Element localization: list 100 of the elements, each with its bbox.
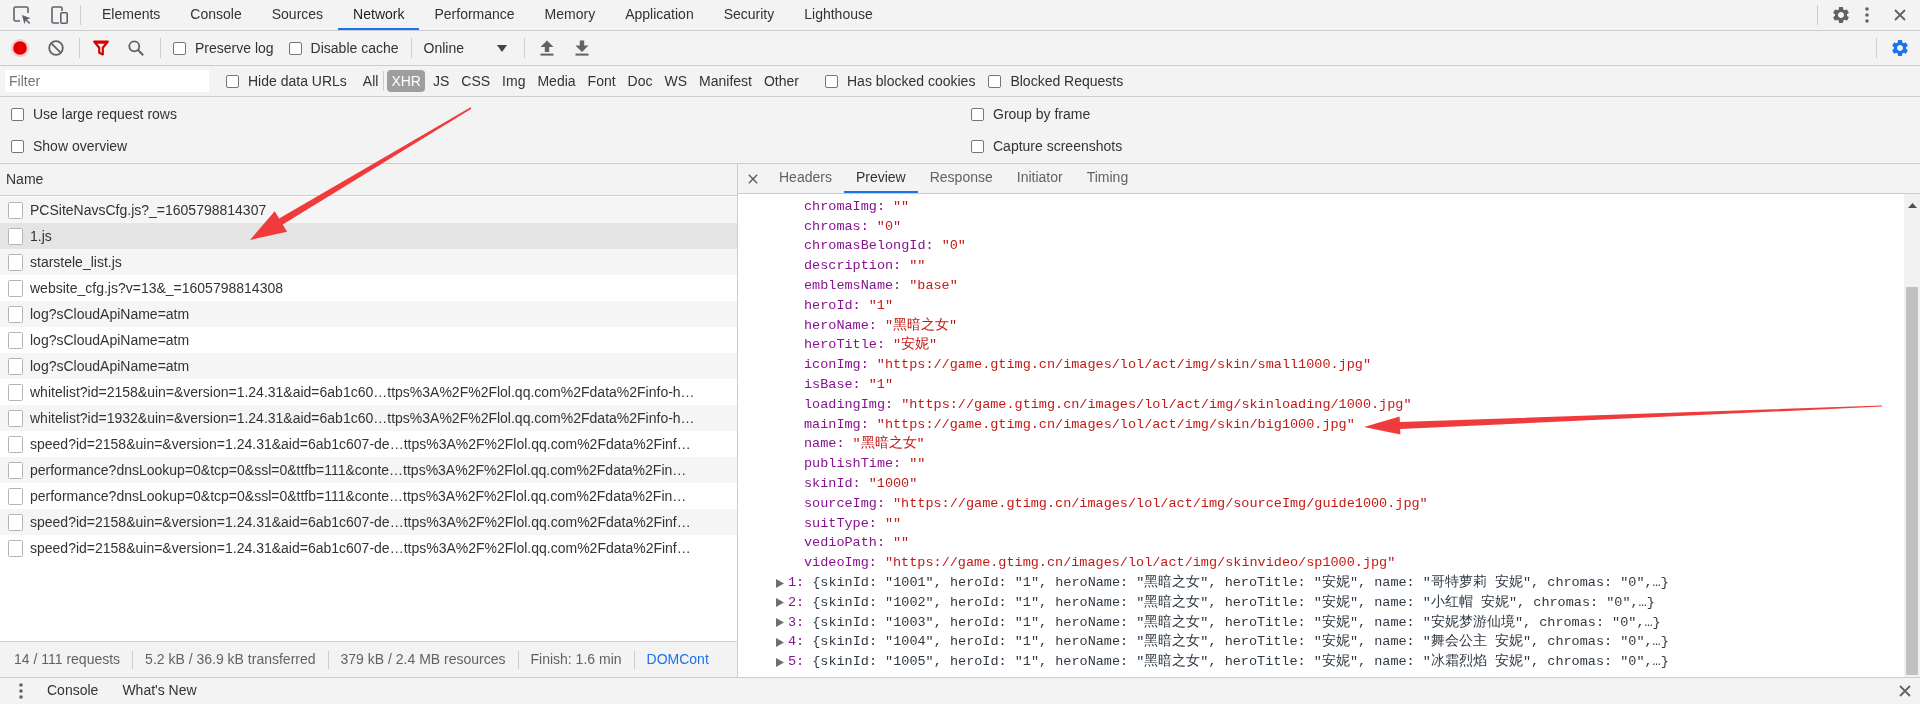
- request-row[interactable]: speed?id=2158&uin=&version=1.24.31&aid=6ab1c607-de…ttps%3A%2F%2Flol.qq.com%2Fdata%2Finf…: [0, 509, 737, 535]
- detail-tab[interactable]: Preview: [843, 164, 918, 193]
- checkbox-label[interactable]: Preserve log: [195, 37, 274, 59]
- panel-tab[interactable]: Console: [175, 0, 257, 30]
- request-row[interactable]: log?sCloudApiName=atm: [0, 301, 737, 327]
- type-filter-button[interactable]: Img: [498, 70, 530, 92]
- scrollbar[interactable]: [1904, 194, 1920, 677]
- panel-tab[interactable]: Memory: [529, 0, 611, 30]
- type-filter-button[interactable]: JS: [428, 70, 454, 92]
- json-value: "https://game.gtimg.cn/images/lol/act/img/sourceImg/guide1000.jpg": [893, 494, 1428, 513]
- throttling-select[interactable]: Online: [423, 36, 507, 60]
- request-row[interactable]: log?sCloudApiName=atm: [0, 353, 737, 379]
- checkbox-label[interactable]: Group by frame: [993, 103, 1091, 125]
- settings-icon[interactable]: [1890, 38, 1910, 58]
- json-key: videoImg:: [804, 553, 877, 574]
- json-value: "": [909, 455, 926, 474]
- panel-tab[interactable]: Sources: [256, 0, 339, 30]
- status-text: 379 kB / 2.4 MB resources: [339, 650, 507, 669]
- status-link[interactable]: DOMCont: [634, 649, 721, 670]
- json-value: "黑暗之女": [852, 434, 925, 454]
- request-row[interactable]: performance?dnsLookup=0&tcp=0&ssl=0&ttfb=111&conte…ttps%3A%2F%2Flol.qq.com%2Fdata%2Fin…: [0, 457, 737, 483]
- checkbox[interactable]: [173, 41, 186, 55]
- clear-icon[interactable]: [48, 40, 64, 56]
- object-preview: {skinId: "1002", heroId: "1", heroName: "黑暗之女", heroTitle: "安妮", name: "小红帽 安妮", chromas: "0",…}: [812, 593, 1655, 612]
- download-icon[interactable]: [575, 40, 589, 56]
- upload-icon[interactable]: [540, 40, 554, 56]
- request-row[interactable]: starstele_list.js: [0, 249, 737, 275]
- panel-tab[interactable]: Lighthouse: [789, 0, 888, 30]
- type-filter-button[interactable]: Doc: [623, 70, 657, 92]
- close-icon[interactable]: [748, 173, 758, 184]
- filter-icon[interactable]: [93, 40, 109, 56]
- status-text: 14 / 111 requests: [13, 650, 122, 669]
- checkbox[interactable]: [11, 107, 24, 121]
- document-icon: [8, 357, 23, 375]
- type-filter-button[interactable]: Font: [583, 70, 620, 92]
- close-icon[interactable]: [1899, 685, 1911, 697]
- checkbox-label[interactable]: Blocked Requests: [1010, 70, 1124, 92]
- scroll-up-arrow-icon[interactable]: [1907, 203, 1917, 208]
- checkbox-label[interactable]: Hide data URLs: [248, 70, 347, 92]
- detail-tab[interactable]: Initiator: [1004, 164, 1075, 193]
- document-icon: [8, 253, 23, 271]
- json-key: name:: [804, 434, 845, 455]
- more-options-icon[interactable]: [1865, 7, 1869, 23]
- request-row[interactable]: whitelist?id=1932&uin=&version=1.24.31&aid=6ab1c60…ttps%3A%2F%2Flol.qq.com%2Fdata%2Finfo-h…: [0, 405, 737, 431]
- json-key: skinId:: [804, 473, 861, 495]
- document-icon: [8, 409, 23, 427]
- inspect-element-icon[interactable]: [13, 6, 31, 24]
- request-row[interactable]: 1.js: [0, 223, 737, 249]
- type-filter-button[interactable]: CSS: [457, 70, 495, 92]
- panel-tab[interactable]: Performance: [419, 0, 530, 30]
- checkbox-label[interactable]: Disable cache: [310, 37, 399, 59]
- type-filter-button[interactable]: WS: [660, 70, 692, 92]
- scrollbar-thumb[interactable]: [1906, 287, 1918, 675]
- json-value: "0": [876, 217, 902, 236]
- request-row[interactable]: PCSiteNavsCfg.js?_=1605798814307: [0, 197, 737, 223]
- record-icon[interactable]: [11, 39, 29, 57]
- panel-tab[interactable]: Application: [610, 0, 709, 30]
- drawer-tab[interactable]: Console: [35, 678, 111, 704]
- detail-tab[interactable]: Timing: [1074, 164, 1141, 193]
- panel-tab[interactable]: Security: [708, 0, 790, 30]
- checkbox[interactable]: [825, 74, 838, 88]
- json-index: 4:: [788, 633, 805, 652]
- json-key: heroTitle:: [804, 335, 885, 356]
- document-icon: [8, 227, 23, 245]
- checkbox[interactable]: [11, 139, 24, 153]
- filter-input[interactable]: Filter: [5, 70, 209, 92]
- type-filter-button[interactable]: All: [358, 70, 383, 92]
- checkbox-label[interactable]: Show overview: [33, 135, 128, 157]
- json-value: "": [893, 197, 910, 216]
- checkbox[interactable]: [971, 107, 984, 121]
- json-value: "1": [868, 296, 894, 315]
- checkbox-label[interactable]: Has blocked cookies: [847, 70, 976, 92]
- close-icon[interactable]: [1894, 9, 1906, 21]
- json-value: "": [893, 534, 910, 553]
- json-key: chromas:: [804, 216, 869, 237]
- json-value: "1": [868, 375, 894, 394]
- detail-tab[interactable]: Response: [917, 164, 1005, 193]
- document-icon: [8, 435, 23, 453]
- type-filter-button[interactable]: Media: [533, 70, 580, 92]
- column-header[interactable]: Name: [6, 169, 44, 190]
- drawer-tab[interactable]: What's New: [110, 678, 209, 704]
- checkbox[interactable]: [226, 74, 239, 88]
- checkbox-label[interactable]: Capture screenshots: [993, 135, 1123, 157]
- device-toolbar-icon[interactable]: [51, 6, 69, 24]
- checkbox[interactable]: [288, 41, 302, 55]
- json-key: suitType:: [804, 513, 877, 534]
- detail-tab[interactable]: Headers: [767, 164, 844, 193]
- checkbox[interactable]: [988, 74, 1002, 88]
- json-key: chromasBelongId:: [804, 236, 934, 257]
- settings-icon[interactable]: [1831, 5, 1851, 25]
- document-icon: [8, 461, 23, 479]
- json-index: 5:: [788, 653, 805, 672]
- type-filter-button[interactable]: Manifest: [695, 70, 756, 92]
- type-filter-button[interactable]: Other: [760, 70, 803, 92]
- checkbox-label[interactable]: Use large request rows: [33, 103, 177, 125]
- checkbox[interactable]: [971, 139, 984, 153]
- object-preview: {skinId: "1003", heroId: "1", heroName: "黑暗之女", heroTitle: "安妮", name: "安妮梦游仙境", chromas: "0",…}: [812, 613, 1661, 632]
- panel-tab[interactable]: Elements: [87, 0, 176, 30]
- search-icon[interactable]: [128, 40, 144, 56]
- more-options-icon[interactable]: [19, 683, 23, 699]
